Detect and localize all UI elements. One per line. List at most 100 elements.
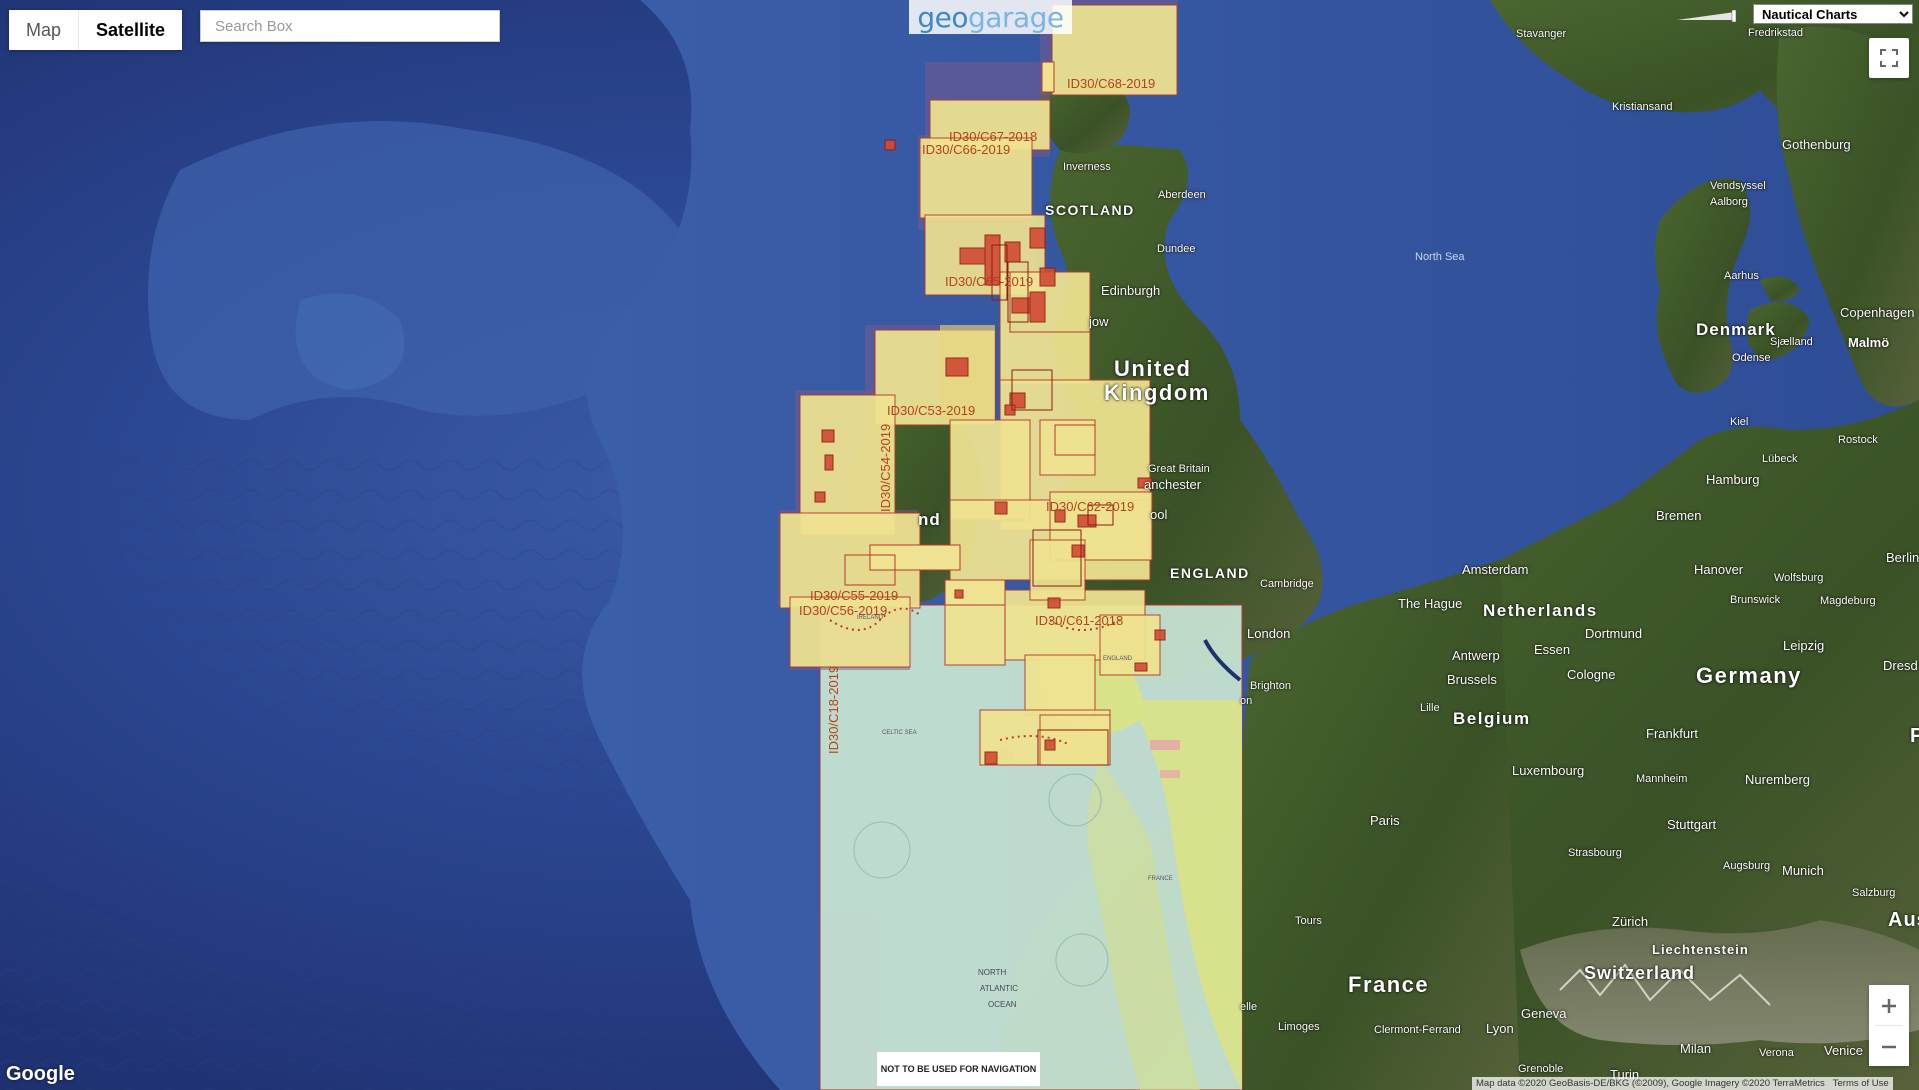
chart-label-c53[interactable]: ID30/C53-2019 (887, 403, 975, 418)
label-inverness: Inverness (1063, 161, 1111, 173)
map-type-map-button[interactable]: Map (9, 10, 79, 50)
label-le-part: elle (1240, 1001, 1258, 1013)
chart-text-atlantic: ATLANTIC (980, 984, 1019, 993)
map-type-satellite-button[interactable]: Satellite (79, 10, 183, 50)
chart-label-c68[interactable]: ID30/C68-2019 (1067, 76, 1155, 91)
terms-of-use-link[interactable]: Terms of Use (1833, 1078, 1889, 1089)
label-grenoble: Grenoble (1518, 1063, 1564, 1075)
label-stuttgart: Stuttgart (1667, 817, 1717, 832)
label-manchester: anchester (1144, 477, 1202, 492)
label-tours: Tours (1295, 915, 1322, 927)
map-canvas[interactable]: Stavanger Fredrikstad Kristiansand Gothe… (0, 0, 1919, 1090)
attribution-text: Map data ©2020 GeoBasis-DE/BKG (©2009), … (1476, 1078, 1825, 1089)
label-vendsyssel: Vendsyssel (1710, 180, 1766, 192)
chart-label-c66[interactable]: ID30/C66-2019 (922, 142, 1010, 157)
label-the-hague: The Hague (1398, 596, 1463, 611)
opacity-slider[interactable] (1675, 10, 1739, 22)
google-logo[interactable]: Google (6, 1063, 75, 1086)
label-bremen: Bremen (1656, 508, 1702, 523)
logo-text-geo: geo (917, 0, 969, 34)
label-augsburg: Augsburg (1723, 860, 1771, 872)
label-essen: Essen (1534, 642, 1571, 657)
label-dortmund: Dortmund (1585, 626, 1643, 641)
label-aberdeen: Aberdeen (1158, 189, 1206, 201)
search-input[interactable] (200, 10, 500, 42)
chart-text-ocean: OCEAN (988, 1000, 1017, 1009)
label-aarhus: Aarhus (1724, 270, 1759, 282)
label-paris: Paris (1370, 813, 1400, 828)
chart-text-celtic-sea: CELTIC SEA (882, 730, 917, 736)
label-venice: Venice (1824, 1043, 1864, 1058)
label-stavanger: Stavanger (1516, 28, 1567, 40)
label-london: London (1247, 626, 1291, 641)
label-hamburg: Hamburg (1706, 472, 1760, 487)
label-kristiansand: Kristiansand (1612, 101, 1673, 113)
label-liverpool: ool (1150, 507, 1168, 522)
label-malmo: Malmö (1848, 335, 1890, 350)
label-brussels: Brussels (1447, 672, 1497, 687)
label-north-sea: North Sea (1415, 251, 1465, 263)
label-p-part: P (1910, 725, 1919, 747)
navigation-warning: NOT TO BE USED FOR NAVIGATION (877, 1052, 1040, 1086)
label-odense: Odense (1732, 352, 1771, 364)
chart-text-ireland: IRELAND (857, 615, 884, 621)
label-sjaelland: Sjælland (1770, 336, 1813, 348)
label-brunswick: Brunswick (1730, 594, 1781, 606)
label-scotland: SCOTLAND (1045, 202, 1135, 218)
zoom-in-button[interactable] (1869, 985, 1909, 1025)
label-luxembourg: Luxembourg (1512, 763, 1585, 778)
label-denmark: Denmark (1696, 320, 1776, 339)
label-berlin: Berlin (1886, 550, 1919, 565)
fullscreen-icon (1880, 49, 1898, 67)
label-ireland: nd (918, 510, 941, 529)
layer-select[interactable]: Nautical Charts (1753, 4, 1913, 24)
plus-icon (1882, 998, 1896, 1013)
chart-label-c62[interactable]: ID30/C62-2019 (1046, 499, 1134, 514)
chart-label-c55[interactable]: ID30/C55-2019 (810, 588, 898, 603)
label-on-part: on (1240, 695, 1253, 707)
label-salzburg: Salzburg (1852, 887, 1896, 899)
label-glasgow: jow (1089, 314, 1109, 329)
label-cologne: Cologne (1567, 667, 1616, 682)
label-fredrikstad: Fredrikstad (1748, 27, 1804, 39)
zoom-out-button[interactable] (1869, 1026, 1909, 1066)
chart-label-c61[interactable]: ID30/C61-2018 (1035, 613, 1123, 628)
label-kiel: Kiel (1730, 416, 1749, 428)
label-copenhagen: Copenhagen (1840, 305, 1915, 320)
chart-label-c65[interactable]: ID30/C65-2019 (945, 274, 1033, 289)
minus-icon (1882, 1045, 1896, 1048)
label-netherlands: Netherlands (1483, 601, 1598, 620)
chart-label-c54[interactable]: ID30/C54-2019 (878, 424, 893, 512)
label-hanover: Hanover (1694, 562, 1744, 577)
label-cambridge: Cambridge (1260, 578, 1314, 590)
label-lubeck: Lübeck (1762, 453, 1798, 465)
label-belgium: Belgium (1453, 709, 1531, 728)
label-wolfsburg: Wolfsburg (1774, 572, 1824, 584)
chart-text-north: NORTH (978, 968, 1007, 977)
label-frankfurt: Frankfurt (1646, 726, 1699, 741)
chart-text-england: ENGLAND (1103, 656, 1133, 662)
label-lille: Lille (1420, 702, 1440, 714)
alps (1520, 920, 1919, 1045)
fullscreen-button[interactable] (1869, 38, 1909, 78)
logo-text-garage: garage (968, 0, 1064, 34)
label-switzerland: Switzerland (1584, 963, 1696, 983)
label-france: France (1348, 972, 1430, 997)
label-milan: Milan (1680, 1041, 1712, 1056)
label-lyon: Lyon (1486, 1021, 1514, 1036)
chart-label-c18[interactable]: ID30/C18-2019 (826, 666, 841, 754)
label-great-britain: Great Britain (1148, 463, 1210, 475)
label-edinburgh: Edinburgh (1101, 283, 1161, 298)
label-dundee: Dundee (1157, 243, 1196, 255)
label-kingdom: Kingdom (1104, 380, 1210, 405)
label-germany: Germany (1696, 663, 1802, 688)
label-zurich: Zürich (1612, 914, 1649, 929)
label-rostock: Rostock (1838, 434, 1878, 446)
map-type-control: Map Satellite (9, 10, 183, 50)
label-clermont: Clermont-Ferrand (1374, 1024, 1461, 1036)
map-attribution: Map data ©2020 GeoBasis-DE/BKG (©2009), … (1472, 1077, 1893, 1090)
label-england: ENGLAND (1170, 565, 1250, 581)
label-aus: Aus (1888, 909, 1919, 931)
label-geneva: Geneva (1521, 1006, 1567, 1021)
label-gothenburg: Gothenburg (1782, 137, 1851, 152)
